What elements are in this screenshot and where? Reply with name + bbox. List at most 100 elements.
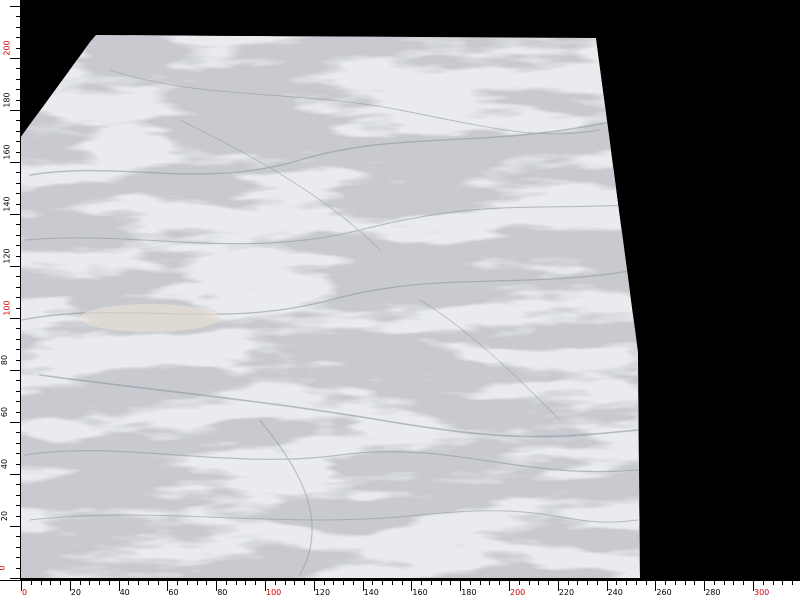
- y-ruler-tick: [16, 151, 20, 153]
- y-ruler-tick: [16, 463, 20, 465]
- x-ruler-tick: [645, 581, 647, 585]
- x-ruler-label: 160: [412, 588, 428, 597]
- y-ruler-tick: [16, 567, 20, 569]
- x-ruler-tick: [489, 581, 491, 585]
- x-ruler-tick: [587, 581, 589, 585]
- y-ruler-tick: [16, 536, 20, 538]
- x-ruler-tick: [674, 581, 676, 585]
- x-ruler-tick: [518, 581, 520, 585]
- y-ruler-tick: [16, 349, 20, 351]
- y-ruler-tick: [16, 390, 20, 392]
- y-ruler-tick: [16, 307, 20, 309]
- y-ruler-tick: [10, 58, 20, 59]
- y-ruler-label: 160: [2, 144, 12, 160]
- x-ruler-label: 260: [656, 588, 672, 597]
- x-ruler-tick: [108, 581, 110, 585]
- x-ruler-tick: [733, 581, 735, 585]
- y-ruler-tick: [10, 214, 20, 215]
- x-ruler-tick: [684, 581, 686, 585]
- x-ruler-tick: [138, 581, 140, 585]
- x-ruler-tick: [401, 581, 403, 585]
- x-ruler-tick: [50, 581, 52, 585]
- y-ruler-tick: [16, 401, 20, 403]
- x-ruler-label: 280: [705, 588, 721, 597]
- x-ruler-tick: [186, 581, 188, 585]
- x-ruler-tick: [450, 581, 452, 585]
- horizontal-ruler: 0 20 40 60 80 100 120 140 160 180 200 220 240 260 280 3…: [0, 580, 800, 601]
- x-ruler-tick: [382, 581, 384, 585]
- y-ruler-label: 180: [2, 92, 12, 108]
- x-ruler-label: 0: [22, 588, 28, 597]
- y-ruler-tick: [16, 432, 20, 434]
- y-ruler-label: 140: [2, 196, 12, 212]
- y-ruler-label: 120: [2, 248, 12, 264]
- x-ruler-tick: [567, 581, 569, 585]
- x-ruler-tick: [772, 581, 774, 585]
- x-ruler-label: 180: [461, 588, 477, 597]
- y-ruler-tick: [16, 26, 20, 28]
- x-ruler-tick: [274, 581, 276, 585]
- x-ruler-tick: [128, 581, 130, 585]
- y-ruler-tick: [16, 37, 20, 39]
- x-ruler-tick: [40, 581, 42, 585]
- x-ruler-tick: [421, 581, 423, 585]
- y-ruler-label: 20: [0, 510, 10, 522]
- x-ruler-tick: [792, 581, 794, 585]
- x-ruler-tick: [538, 581, 540, 585]
- y-ruler-tick: [16, 255, 20, 257]
- y-ruler-tick: [16, 130, 20, 132]
- x-ruler-tick: [713, 581, 715, 585]
- x-ruler-label: 200: [510, 588, 526, 597]
- y-ruler-tick: [10, 422, 20, 423]
- y-ruler-tick: [16, 203, 20, 205]
- x-ruler-tick: [235, 581, 237, 585]
- x-ruler-tick: [30, 581, 32, 585]
- x-ruler-tick: [157, 581, 159, 585]
- x-ruler-tick: [665, 581, 667, 585]
- y-ruler-tick: [16, 99, 20, 101]
- y-ruler-tick: [16, 505, 20, 507]
- y-ruler-label: 40: [0, 458, 10, 470]
- y-ruler-tick: [16, 276, 20, 278]
- y-ruler-tick: [16, 328, 20, 330]
- y-ruler-tick: [10, 162, 20, 163]
- x-ruler-tick: [147, 581, 149, 585]
- y-ruler-tick: [16, 224, 20, 226]
- x-ruler-tick: [577, 581, 579, 585]
- y-ruler-tick: [16, 182, 20, 184]
- x-ruler-tick: [294, 581, 296, 585]
- y-ruler-tick: [16, 47, 20, 49]
- y-ruler-tick: [16, 193, 20, 195]
- x-ruler-tick: [99, 581, 101, 585]
- y-ruler-tick: [16, 78, 20, 80]
- y-ruler-tick: [16, 453, 20, 455]
- x-ruler-label: 120: [314, 588, 331, 597]
- x-ruler-tick: [206, 581, 208, 585]
- x-ruler-tick: [60, 581, 62, 585]
- y-ruler-tick: [16, 515, 20, 517]
- x-ruler-label: 20: [70, 588, 81, 597]
- y-ruler-tick: [16, 68, 20, 70]
- y-ruler-tick: [16, 359, 20, 361]
- x-ruler-tick: [635, 581, 637, 585]
- x-ruler-tick: [352, 581, 354, 585]
- y-ruler-tick: [16, 172, 20, 174]
- x-ruler-tick: [762, 581, 764, 585]
- x-ruler-tick: [245, 581, 247, 585]
- y-ruler-label: 80: [0, 354, 10, 366]
- marble-slab-image: [20, 35, 640, 578]
- x-ruler-tick: [782, 581, 784, 585]
- y-ruler-tick: [16, 442, 20, 444]
- y-ruler-tick: [10, 318, 20, 319]
- y-ruler-tick: [16, 338, 20, 340]
- y-ruler-label: 200: [2, 40, 12, 56]
- y-ruler-tick: [10, 578, 20, 579]
- image-viewer: 0 20 40 60 80 100 120 140 160 180 200 0 20 40 60 80 100…: [0, 0, 800, 601]
- y-ruler-tick: [10, 526, 20, 527]
- x-ruler-tick: [616, 581, 618, 585]
- y-ruler-tick: [10, 266, 20, 267]
- y-ruler-tick: [16, 286, 20, 288]
- y-ruler-tick: [16, 297, 20, 299]
- x-ruler-tick: [284, 581, 286, 585]
- x-ruler-tick: [323, 581, 325, 585]
